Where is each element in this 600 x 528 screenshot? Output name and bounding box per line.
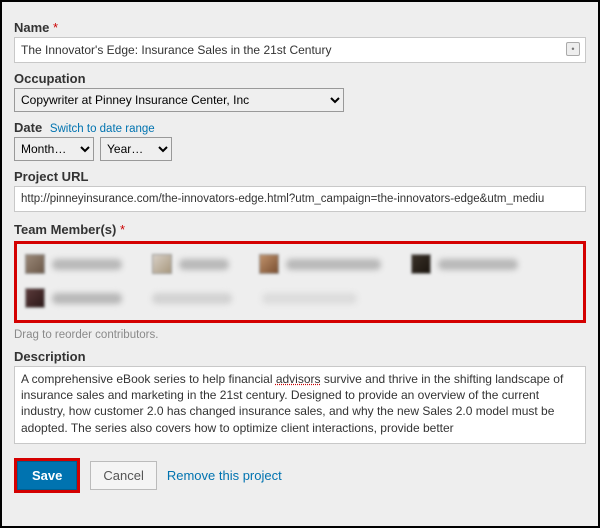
remove-project-link[interactable]: Remove this project	[167, 468, 282, 483]
team-member[interactable]	[411, 254, 518, 274]
member-name	[152, 293, 232, 304]
input-badge-icon: •	[566, 42, 580, 56]
occupation-label: Occupation	[14, 71, 586, 86]
year-select[interactable]: Year…	[100, 137, 172, 161]
description-label: Description	[14, 349, 586, 364]
member-name	[179, 259, 229, 270]
month-select[interactable]: Month…	[14, 137, 94, 161]
team-member[interactable]	[25, 254, 122, 274]
avatar-icon	[25, 254, 45, 274]
avatar-icon	[259, 254, 279, 274]
avatar-icon	[152, 254, 172, 274]
avatar-icon	[411, 254, 431, 274]
save-button[interactable]: Save	[17, 461, 77, 490]
member-name	[286, 259, 381, 270]
drag-hint: Drag to reorder contributors.	[14, 329, 586, 341]
avatar-icon	[25, 288, 45, 308]
add-team-member[interactable]	[262, 293, 357, 304]
name-label: Name *	[14, 20, 586, 35]
team-members-box	[14, 241, 586, 323]
member-name	[52, 293, 122, 304]
switch-date-range-link[interactable]: Switch to date range	[50, 123, 155, 135]
name-input[interactable]	[14, 37, 586, 63]
team-member[interactable]	[152, 293, 232, 304]
project-url-label: Project URL	[14, 169, 586, 184]
occupation-select[interactable]: Copywriter at Pinney Insurance Center, I…	[14, 88, 344, 112]
team-member[interactable]	[152, 254, 229, 274]
project-url-input[interactable]	[14, 186, 586, 212]
team-label: Team Member(s) *	[14, 222, 586, 237]
date-label: Date Switch to date range	[14, 120, 586, 135]
description-textarea[interactable]: A comprehensive eBook series to help fin…	[14, 366, 586, 444]
team-member[interactable]	[25, 288, 122, 308]
member-name	[438, 259, 518, 270]
cancel-button[interactable]: Cancel	[90, 461, 156, 490]
member-name	[52, 259, 122, 270]
team-member[interactable]	[259, 254, 381, 274]
add-member-placeholder	[262, 293, 357, 304]
